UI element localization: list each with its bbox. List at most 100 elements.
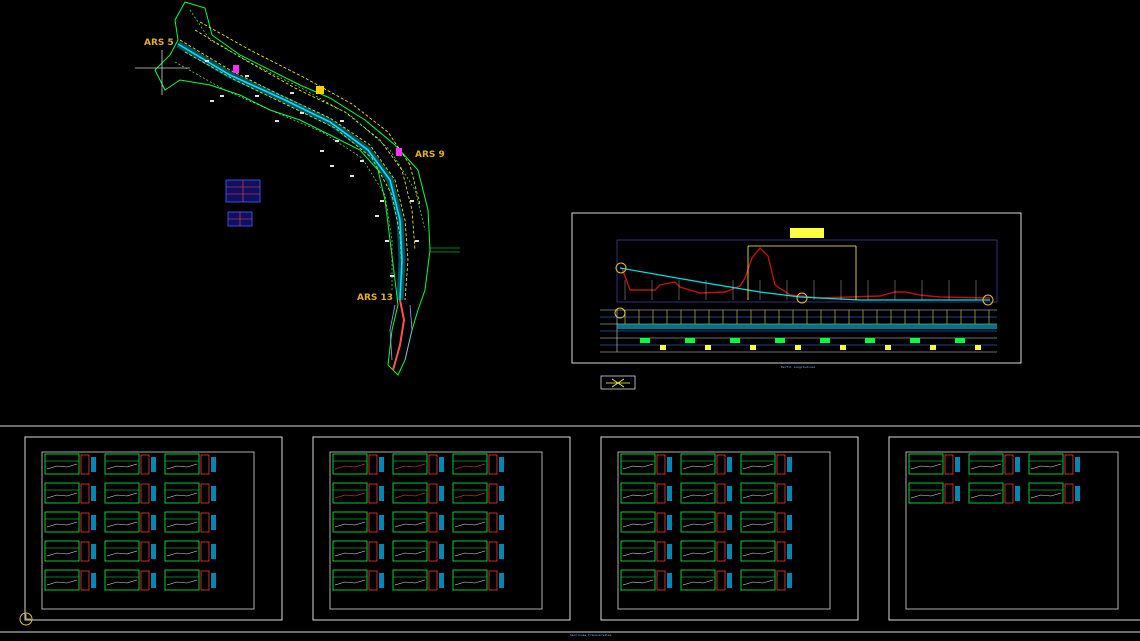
cad-drawing-canvas[interactable] — [0, 0, 1140, 641]
section-ground — [46, 550, 78, 557]
cross-section-table[interactable] — [968, 453, 1020, 475]
cross-section-table[interactable] — [680, 482, 732, 504]
band-fill-cyan — [617, 324, 997, 329]
cross-section-table[interactable] — [680, 511, 732, 533]
cross-section-table[interactable] — [392, 482, 444, 504]
cross-section-table[interactable] — [332, 511, 384, 533]
section-data-block — [716, 483, 726, 504]
cross-section-table[interactable] — [332, 482, 384, 504]
cross-section-table[interactable] — [452, 482, 504, 504]
cross-section-table[interactable] — [680, 569, 732, 591]
cross-section-table[interactable] — [44, 540, 96, 562]
pvi-marker-2[interactable] — [796, 292, 808, 304]
cross-section-table[interactable] — [44, 482, 96, 504]
cross-section-table[interactable] — [392, 569, 444, 591]
cross-section-table[interactable] — [620, 453, 672, 475]
cross-section-table[interactable] — [44, 453, 96, 475]
cross-section-table[interactable] — [104, 540, 156, 562]
section-data-strip — [727, 544, 732, 559]
structure-block-2 — [396, 148, 402, 156]
section-ground — [622, 521, 654, 528]
marker-label-ars13: ARS 13 — [357, 293, 394, 303]
section-ground — [742, 579, 774, 586]
cross-section-table[interactable] — [740, 569, 792, 591]
cross-section-table[interactable] — [104, 511, 156, 533]
section-data-block — [368, 570, 378, 591]
cross-section-table[interactable] — [620, 482, 672, 504]
cross-section-table[interactable] — [680, 540, 732, 562]
lot-marker — [350, 175, 354, 177]
cross-section-table[interactable] — [740, 482, 792, 504]
cross-section-table[interactable] — [44, 569, 96, 591]
cross-section-table[interactable] — [104, 569, 156, 591]
section-box — [620, 511, 656, 533]
sheet-inner-frame — [329, 451, 543, 610]
cross-section-table[interactable] — [908, 453, 960, 475]
section-ground — [394, 579, 426, 586]
section-box — [164, 569, 200, 591]
section-data-strip — [667, 486, 672, 501]
section-ground — [166, 579, 198, 586]
section-box — [452, 569, 488, 591]
section-data-block — [140, 541, 150, 562]
cross-section-table[interactable] — [332, 540, 384, 562]
section-box — [740, 569, 776, 591]
cross-section-table[interactable] — [104, 482, 156, 504]
section-sheet[interactable] — [888, 436, 1140, 621]
cross-section-table[interactable] — [164, 453, 216, 475]
cross-section-table[interactable] — [392, 453, 444, 475]
sheet-outer-frame — [888, 436, 1140, 621]
cross-section-table[interactable] — [452, 453, 504, 475]
band-mark-yellow — [660, 345, 666, 350]
cross-section-table[interactable] — [164, 511, 216, 533]
cross-section-table[interactable] — [908, 482, 960, 504]
cross-section-table[interactable] — [332, 569, 384, 591]
section-ground — [682, 463, 714, 470]
cross-section-table[interactable] — [1028, 453, 1080, 475]
cross-section-table[interactable] — [332, 453, 384, 475]
cross-section-table[interactable] — [740, 511, 792, 533]
section-box — [44, 511, 80, 533]
pvi-marker-4[interactable] — [614, 307, 626, 319]
cross-section-table[interactable] — [164, 482, 216, 504]
section-box — [44, 540, 80, 562]
section-data-strip — [211, 573, 216, 588]
section-ground — [622, 550, 654, 557]
section-data-block — [1064, 454, 1074, 475]
cross-section-table[interactable] — [968, 482, 1020, 504]
section-box — [44, 482, 80, 504]
section-ground — [910, 463, 942, 470]
cross-section-table[interactable] — [164, 569, 216, 591]
cross-section-table[interactable] — [164, 540, 216, 562]
profile-ground-line — [621, 246, 991, 299]
section-ground — [106, 579, 138, 586]
section-sheet[interactable] — [600, 436, 859, 621]
cross-section-table[interactable] — [740, 540, 792, 562]
cross-section-table[interactable] — [740, 453, 792, 475]
section-box — [620, 482, 656, 504]
section-data-block — [716, 541, 726, 562]
cross-section-table[interactable] — [620, 569, 672, 591]
section-ground — [742, 550, 774, 557]
section-ground — [742, 492, 774, 499]
section-data-strip — [787, 573, 792, 588]
cross-section-table[interactable] — [104, 453, 156, 475]
cross-section-table[interactable] — [44, 511, 96, 533]
section-data-block — [80, 570, 90, 591]
section-data-block — [368, 454, 378, 475]
cross-section-table[interactable] — [1028, 482, 1080, 504]
section-box — [740, 482, 776, 504]
band-mark-yellow — [840, 345, 846, 350]
section-sheet[interactable] — [312, 436, 571, 621]
cross-section-table[interactable] — [392, 511, 444, 533]
section-sheet[interactable] — [24, 436, 283, 621]
cross-section-table[interactable] — [452, 569, 504, 591]
cross-section-table[interactable] — [452, 540, 504, 562]
cross-section-table[interactable] — [620, 540, 672, 562]
cross-section-table[interactable] — [392, 540, 444, 562]
cross-section-table[interactable] — [452, 511, 504, 533]
band-mark-green — [955, 338, 965, 343]
cross-section-table[interactable] — [620, 511, 672, 533]
cross-section-table[interactable] — [680, 453, 732, 475]
profile-legend-box[interactable] — [600, 375, 636, 390]
